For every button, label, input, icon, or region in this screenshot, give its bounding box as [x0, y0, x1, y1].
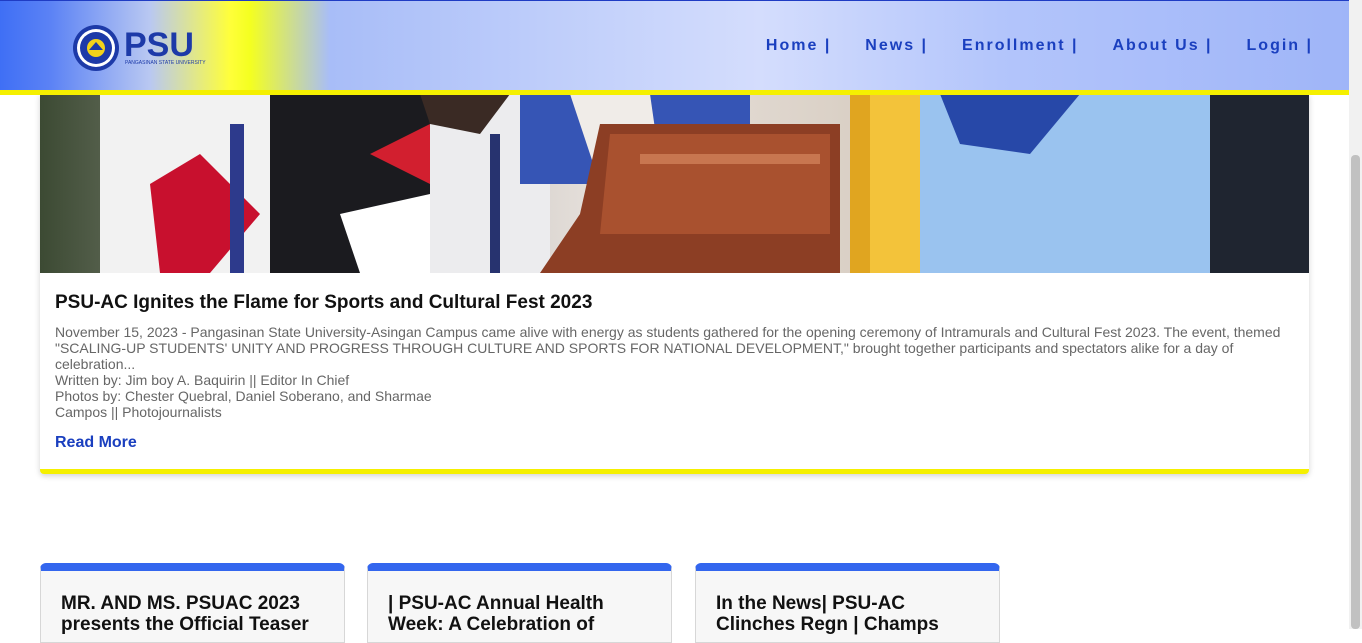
nav-enrollment[interactable]: Enrollment |: [962, 37, 1078, 55]
featured-title[interactable]: PSU-AC Ignites the Flame for Sports and …: [55, 292, 592, 314]
read-more-link[interactable]: Read More: [55, 434, 137, 452]
photos-by-cont: Campos || Photojournalists: [55, 404, 222, 420]
ceremony-photo: [40, 94, 1309, 273]
logo-subtitle: PANGASINAN STATE UNIVERSITY: [125, 60, 206, 66]
site-header: PSU PANGASINAN STATE UNIVERSITY Home | N…: [0, 0, 1349, 95]
main-nav: Home | News | Enrollment | About Us | Lo…: [732, 37, 1313, 55]
psu-logo[interactable]: PSU PANGASINAN STATE UNIVERSITY: [72, 23, 212, 73]
nav-about-us[interactable]: About Us |: [1113, 37, 1213, 55]
logo-text: PSU: [124, 26, 194, 64]
nav-home[interactable]: Home |: [766, 37, 831, 55]
photos-by: Photos by: Chester Quebral, Daniel Sober…: [55, 388, 432, 404]
featured-article-card: PSU-AC Ignites the Flame for Sports and …: [40, 94, 1309, 474]
article-card[interactable]: MR. AND MS. PSUAC 2023 presents the Offi…: [40, 563, 345, 643]
nav-login[interactable]: Login |: [1247, 37, 1313, 55]
summary-text: November 15, 2023 - Pangasinan State Uni…: [55, 324, 1281, 372]
scrollbar-thumb[interactable]: [1351, 155, 1360, 629]
written-by: Written by: Jim boy A. Baquirin || Edito…: [55, 372, 350, 388]
article-card[interactable]: In the News| PSU-AC Clinches Regn | Cham…: [695, 563, 1000, 643]
page-scrollbar[interactable]: [1349, 0, 1362, 629]
article-card[interactable]: | PSU-AC Annual Health Week: A Celebrati…: [367, 563, 672, 643]
nav-news[interactable]: News |: [865, 37, 928, 55]
featured-summary: November 15, 2023 - Pangasinan State Uni…: [55, 324, 1295, 420]
